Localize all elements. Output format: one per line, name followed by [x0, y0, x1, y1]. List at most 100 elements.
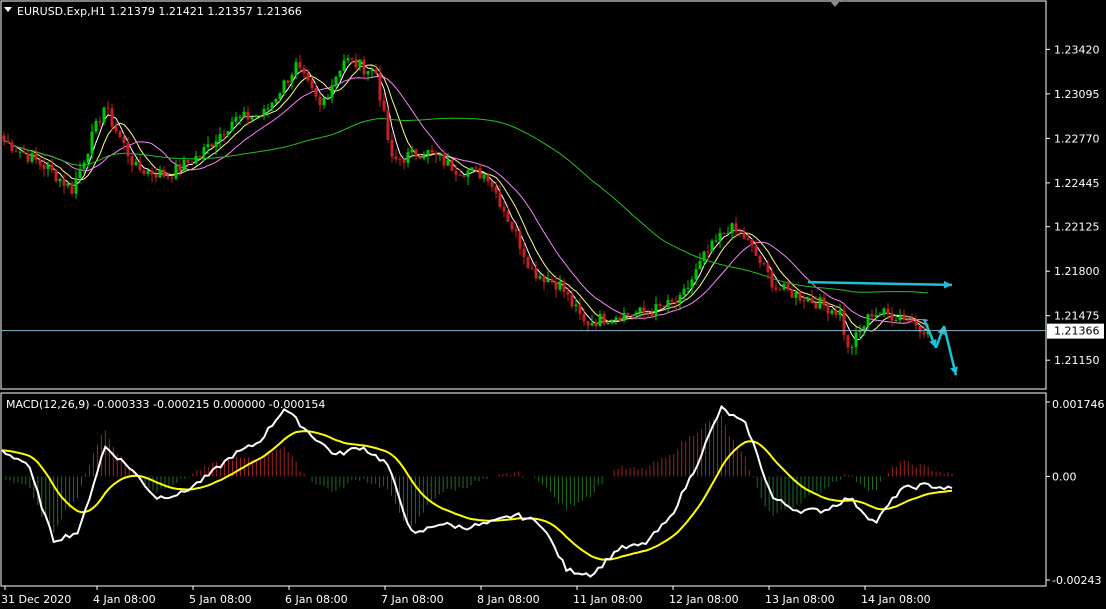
candle-body — [918, 325, 922, 333]
candle-body — [178, 164, 182, 172]
candle-body — [726, 233, 730, 235]
candle-body — [26, 153, 30, 162]
candle-body — [126, 143, 130, 157]
candle-body — [226, 131, 230, 135]
candle-body — [42, 164, 46, 169]
candle-body — [770, 271, 774, 288]
candle-body — [598, 313, 602, 326]
candle-body — [414, 149, 418, 157]
time-axis-label: 11 Jan 08:00 — [573, 593, 643, 606]
candle-body — [534, 267, 538, 279]
price-axis-label: 1.22445 — [1054, 177, 1100, 190]
candle-body — [698, 260, 702, 270]
candle-body — [538, 276, 542, 279]
candle-body — [366, 71, 370, 75]
candle-body — [542, 276, 546, 283]
candle-body — [470, 167, 474, 171]
candle-body — [294, 62, 298, 75]
candle-body — [662, 305, 666, 307]
candle-body — [850, 346, 854, 348]
candle-body — [62, 178, 66, 186]
candle-body — [398, 159, 402, 161]
candle-body — [350, 58, 354, 60]
candle-body — [434, 152, 438, 156]
price-axis-label: 1.22125 — [1054, 221, 1100, 234]
candle-body — [574, 304, 578, 307]
time-axis-label: 5 Jan 08:00 — [189, 593, 252, 606]
candle-body — [322, 98, 326, 105]
candle-body — [14, 151, 18, 153]
candle-body — [114, 126, 118, 132]
candle-body — [566, 291, 570, 295]
candle-body — [358, 59, 362, 68]
candle-body — [830, 310, 834, 314]
candle-body — [506, 211, 510, 222]
candle-body — [786, 283, 790, 290]
candle-body — [906, 319, 910, 321]
candle-body — [122, 137, 126, 144]
candle-body — [166, 176, 170, 178]
candle-body — [610, 320, 614, 323]
candle-body — [642, 307, 646, 313]
candle-body — [66, 183, 70, 186]
candle-body — [738, 231, 742, 233]
candle-body — [546, 279, 550, 283]
candle-body — [614, 317, 618, 321]
candle-body — [298, 62, 302, 68]
candle-body — [742, 232, 746, 239]
candle-body — [826, 305, 830, 314]
time-axis-label: 4 Jan 08:00 — [93, 593, 156, 606]
candle-body — [558, 281, 562, 290]
candle-body — [718, 232, 722, 241]
candle-body — [498, 192, 502, 207]
candle-body — [54, 169, 58, 182]
candle-body — [686, 287, 690, 289]
candle-body — [766, 263, 770, 272]
candle-body — [206, 144, 210, 147]
candle-body — [878, 314, 882, 316]
candle-body — [150, 170, 154, 175]
candle-body — [318, 96, 322, 105]
candle-body — [550, 279, 554, 283]
candle-body — [410, 149, 414, 153]
candle-body — [362, 59, 366, 75]
candle-body — [690, 279, 694, 288]
candle-body — [694, 269, 698, 280]
candle-body — [282, 80, 286, 94]
candle-body — [526, 256, 530, 268]
candle-body — [678, 294, 682, 304]
candle-body — [18, 151, 22, 153]
macd-axis-label: -0.00243 — [1052, 574, 1101, 587]
candle-body — [654, 304, 658, 317]
candle-body — [354, 59, 358, 68]
candle-body — [258, 115, 262, 117]
candle-body — [326, 97, 330, 99]
candle-body — [706, 251, 710, 253]
candle-body — [310, 80, 314, 89]
candle-body — [102, 107, 106, 123]
candle-body — [82, 162, 86, 169]
candle-body — [190, 162, 194, 164]
candle-body — [854, 332, 858, 347]
candle-body — [622, 312, 626, 322]
candle-body — [302, 67, 306, 74]
candle-body — [50, 164, 54, 170]
price-axis-label: 1.21150 — [1054, 354, 1100, 367]
candle-body — [702, 251, 706, 261]
candle-body — [714, 240, 718, 242]
candle-body — [450, 159, 454, 171]
current-price-label: 1.21366 — [1047, 323, 1104, 339]
candle-body — [750, 239, 754, 246]
candle-body — [162, 169, 166, 177]
candle-body — [562, 281, 566, 292]
candle-body — [514, 229, 518, 232]
candle-body — [406, 152, 410, 163]
candle-body — [86, 154, 90, 163]
candle-body — [834, 310, 838, 315]
candle-body — [882, 308, 886, 315]
trading-chart[interactable]: 1.21366 EURUSD.Exp,H1 1.21379 1.21421 1.… — [0, 0, 1106, 609]
candle-body — [370, 69, 374, 72]
candle-body — [46, 164, 50, 169]
candle-body — [134, 161, 138, 166]
candle-body — [730, 223, 734, 234]
